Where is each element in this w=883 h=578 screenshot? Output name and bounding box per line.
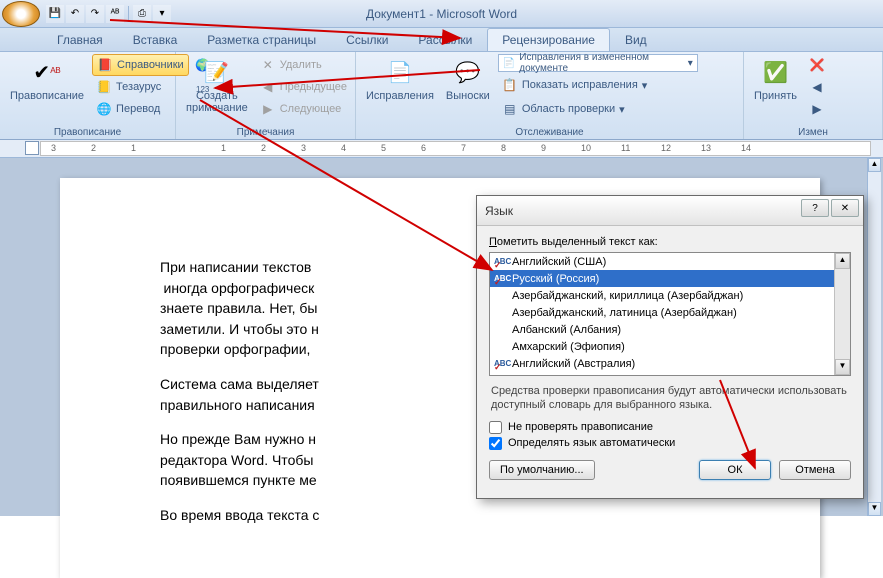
spellcheck-mark-icon: ABC <box>494 257 508 266</box>
book-icon: 📕 <box>97 57 113 73</box>
prev-change-button[interactable]: ◀ <box>805 76 829 98</box>
dialog-label: Пометить выделенный текст как: <box>489 236 851 248</box>
spelling-icon: ✔ᴬᴮ <box>31 56 63 88</box>
checkbox-input[interactable] <box>489 421 502 434</box>
delete-comment-button: ✕Удалить <box>256 54 351 76</box>
references-button[interactable]: 📕Справочники <box>92 54 189 76</box>
quick-access-toolbar: 💾 ↶ ↷ ᴬᴮ ⎙ ▾ <box>46 5 171 23</box>
ribbon: ✔ᴬᴮ Правописание 📕Справочники 📒Тезаурус … <box>0 52 883 140</box>
spellcheck-mark-icon: ABC <box>494 274 508 283</box>
language-listbox[interactable]: ABCАнглийский (США) ABCРусский (Россия) … <box>489 252 851 376</box>
auto-detect-checkbox[interactable]: Определять язык автоматически <box>489 437 851 450</box>
comment-icon: 📝 <box>201 56 233 88</box>
qat-undo[interactable]: ↶ <box>66 5 84 23</box>
thesaurus-button[interactable]: 📒Тезаурус <box>92 76 189 98</box>
doc-icon: 📄 <box>503 58 515 69</box>
tab-refs[interactable]: Ссылки <box>331 28 403 51</box>
ribbon-tabs: Главная Вставка Разметка страницы Ссылки… <box>0 28 883 52</box>
tab-insert[interactable]: Вставка <box>118 28 193 51</box>
show-markup-button[interactable]: 📋Показать исправления ▾ <box>498 74 698 96</box>
next-icon: ▶ <box>260 101 276 117</box>
pane-icon: ▤ <box>502 101 518 117</box>
reject-icon: ❌ <box>809 57 825 73</box>
tab-layout[interactable]: Разметка страницы <box>192 28 331 51</box>
list-item[interactable]: ABCАнглийский (Белиз) <box>490 372 850 376</box>
balloons-icon: 💬 <box>452 56 484 88</box>
tab-view[interactable]: Вид <box>610 28 662 51</box>
accept-icon: ✅ <box>759 56 791 88</box>
dialog-note: Средства проверки правописания будут авт… <box>491 384 849 413</box>
list-item[interactable]: Азербайджанский, латиница (Азербайджан) <box>490 304 850 321</box>
group-comments-label: Примечания <box>176 127 355 138</box>
track-changes-button[interactable]: 📄 Исправления <box>362 54 438 104</box>
ruler: 3 2 1 1 2 3 4 5 6 7 8 9 10 11 12 13 14 <box>0 140 883 158</box>
reject-button[interactable]: ❌ <box>805 54 829 76</box>
balloons-button[interactable]: 💬 Выноски <box>442 54 494 104</box>
language-dialog: Язык ? ✕ Пометить выделенный текст как: … <box>476 195 864 499</box>
list-item[interactable]: Амхарский (Эфиопия) <box>490 338 850 355</box>
tab-selector[interactable] <box>25 141 39 155</box>
prev-change-icon: ◀ <box>809 79 825 95</box>
dialog-close-button[interactable]: ✕ <box>831 199 859 217</box>
qat-save[interactable]: 💾 <box>46 5 64 23</box>
next-change-button[interactable]: ▶ <box>805 98 829 120</box>
default-button[interactable]: По умолчанию... <box>489 460 595 480</box>
spelling-button[interactable]: ✔ᴬᴮ Правописание <box>6 54 88 104</box>
translate-icon: 🌐 <box>96 101 112 117</box>
tab-home[interactable]: Главная <box>42 28 118 51</box>
list-item[interactable]: Азербайджанский, кириллица (Азербайджан) <box>490 287 850 304</box>
qat-more[interactable]: ▾ <box>153 5 171 23</box>
tab-mailings[interactable]: Рассылки <box>403 28 487 51</box>
list-item[interactable]: ABCРусский (Россия) <box>490 270 850 287</box>
next-change-icon: ▶ <box>809 101 825 117</box>
scroll-up-icon[interactable]: ▲ <box>835 253 850 269</box>
group-changes-label: Измен <box>744 127 882 138</box>
group-comments: 📝 Создать примечание ✕Удалить ◀Предыдуще… <box>176 52 356 139</box>
scroll-down-icon[interactable]: ▼ <box>868 502 881 516</box>
list-item[interactable]: Албанский (Албания) <box>490 321 850 338</box>
show-icon: 📋 <box>502 77 518 93</box>
next-comment-button: ▶Следующее <box>256 98 351 120</box>
accept-button[interactable]: ✅ Принять <box>750 54 801 104</box>
cancel-button[interactable]: Отмена <box>779 460 851 480</box>
list-item[interactable]: ABCАнглийский (Австралия) <box>490 355 850 372</box>
list-item[interactable]: ABCАнглийский (США) <box>490 253 850 270</box>
track-icon: 📄 <box>384 56 416 88</box>
qat-print[interactable]: ⎙ <box>133 5 151 23</box>
dialog-title: Язык <box>485 204 513 218</box>
new-comment-button[interactable]: 📝 Создать примечание <box>182 54 252 116</box>
title-bar: 💾 ↶ ↷ ᴬᴮ ⎙ ▾ Документ1 - Microsoft Word <box>0 0 883 28</box>
group-proofing: ✔ᴬᴮ Правописание 📕Справочники 📒Тезаурус … <box>0 52 176 139</box>
tab-review[interactable]: Рецензирование <box>487 28 610 51</box>
vertical-scrollbar[interactable]: ▲ ▼ <box>867 158 881 516</box>
scroll-up-icon[interactable]: ▲ <box>868 158 881 172</box>
list-scrollbar[interactable]: ▲ ▼ <box>834 253 850 375</box>
spellcheck-mark-icon: ABC <box>494 359 508 368</box>
group-proofing-label: Правописание <box>0 127 175 138</box>
dialog-titlebar[interactable]: Язык ? ✕ <box>477 196 863 226</box>
para-4: Во время ввода текста с <box>160 506 780 527</box>
prev-icon: ◀ <box>260 79 276 95</box>
group-changes: ✅ Принять ❌ ◀ ▶ Измен <box>744 52 883 139</box>
thesaurus-icon: 📒 <box>96 79 112 95</box>
ruler-track[interactable]: 3 2 1 1 2 3 4 5 6 7 8 9 10 11 12 13 14 <box>40 141 871 156</box>
chevron-down-icon: ▾ <box>688 58 693 69</box>
dialog-help-button[interactable]: ? <box>801 199 829 217</box>
prev-comment-button: ◀Предыдущее <box>256 76 351 98</box>
group-tracking: 📄 Исправления 💬 Выноски 📄Исправления в и… <box>356 52 744 139</box>
group-tracking-label: Отслеживание <box>356 127 743 138</box>
translate-button[interactable]: 🌐Перевод <box>92 98 189 120</box>
delete-icon: ✕ <box>260 57 276 73</box>
scroll-down-icon[interactable]: ▼ <box>835 359 850 375</box>
no-check-checkbox[interactable]: Не проверять правописание <box>489 421 851 434</box>
qat-spell[interactable]: ᴬᴮ <box>106 5 124 23</box>
reviewing-pane-button[interactable]: ▤Область проверки ▾ <box>498 98 698 120</box>
ok-button[interactable]: ОК <box>699 460 771 480</box>
display-for-review-dropdown[interactable]: 📄Исправления в измененном документе▾ <box>498 54 698 72</box>
checkbox-input[interactable] <box>489 437 502 450</box>
office-button[interactable] <box>2 1 40 27</box>
qat-redo[interactable]: ↷ <box>86 5 104 23</box>
